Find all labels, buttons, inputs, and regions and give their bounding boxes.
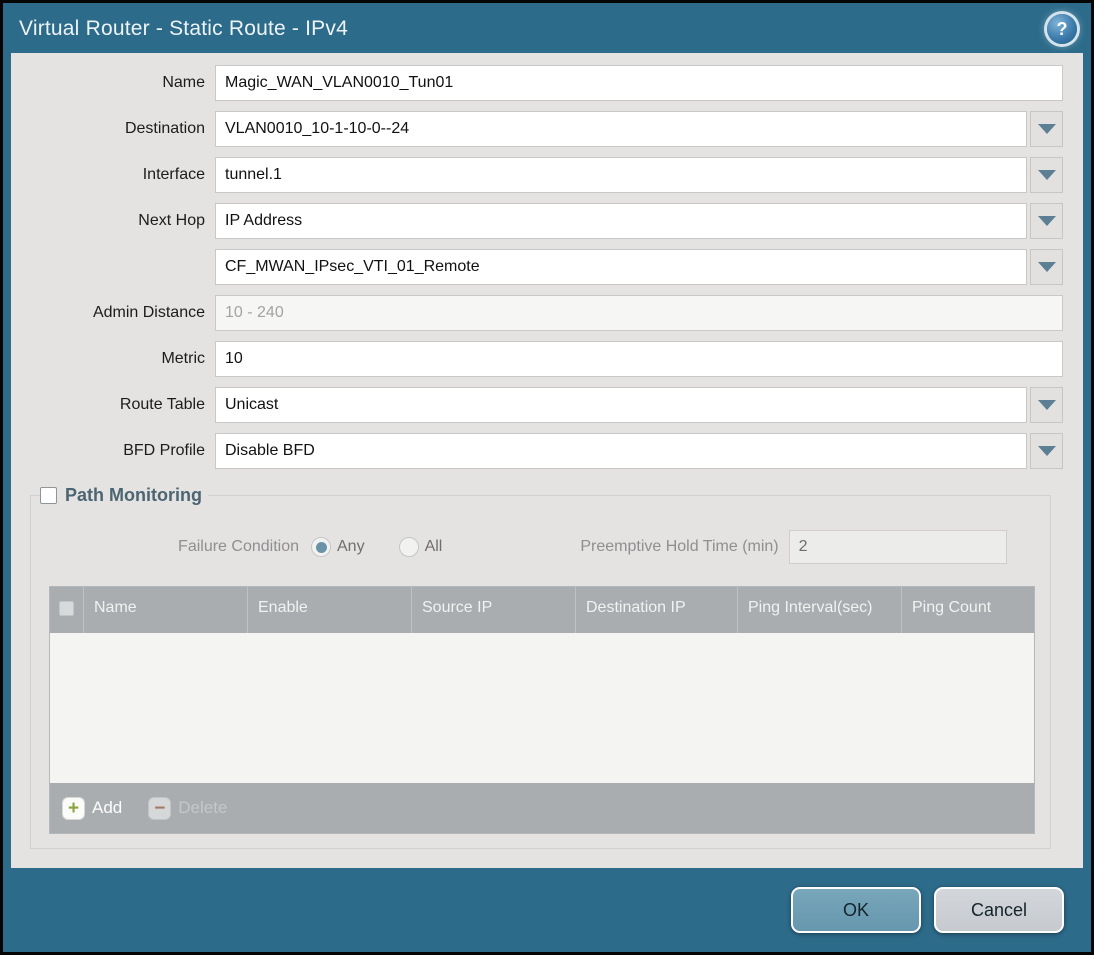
- form-row-next-hop-address: [11, 249, 1063, 285]
- preemptive-hold-time-input: [788, 530, 1007, 564]
- chevron-down-icon: [1037, 262, 1056, 272]
- name-input[interactable]: [215, 65, 1063, 101]
- route-table-dropdown-button[interactable]: [1030, 387, 1063, 423]
- chevron-down-icon: [1037, 446, 1056, 456]
- bfd-profile-dropdown-button[interactable]: [1030, 433, 1063, 469]
- form-row-route-table: Route Table: [11, 387, 1063, 423]
- radio-all-icon: [398, 537, 419, 557]
- radio-all-label: All: [424, 538, 443, 555]
- next-hop-address-dropdown-button[interactable]: [1030, 249, 1063, 285]
- column-header-destination-ip: Destination IP: [576, 587, 738, 633]
- bfd-profile-label: BFD Profile: [123, 442, 205, 459]
- column-header-enable: Enable: [248, 587, 412, 633]
- form-row-metric: Metric: [11, 341, 1063, 377]
- path-monitoring-legend: Path Monitoring: [40, 485, 208, 506]
- table-header: Name Enable Source IP Destination IP Pin…: [50, 587, 1034, 633]
- help-icon[interactable]: ?: [1047, 14, 1077, 44]
- title-bar: Virtual Router - Static Route - IPv4 ?: [3, 3, 1091, 53]
- failure-condition-all-option: All: [398, 537, 443, 557]
- radio-any-icon: [311, 537, 331, 557]
- table-toolbar: + Add − Delete: [50, 783, 1034, 833]
- chevron-down-icon: [1037, 400, 1056, 410]
- delete-button: − Delete: [148, 796, 228, 820]
- table-body-empty: [50, 633, 1034, 783]
- preemptive-hold-time-label: Preemptive Hold Time (min): [580, 538, 779, 555]
- destination-label: Destination: [124, 120, 205, 137]
- admin-distance-input[interactable]: [215, 295, 1063, 331]
- chevron-down-icon: [1037, 216, 1056, 226]
- select-all-checkbox: [59, 600, 74, 616]
- interface-input[interactable]: [215, 157, 1027, 193]
- metric-input[interactable]: [215, 341, 1063, 377]
- bfd-profile-input[interactable]: [215, 433, 1027, 469]
- failure-condition-label: Failure Condition: [178, 538, 299, 555]
- interface-dropdown-button[interactable]: [1030, 157, 1063, 193]
- interface-label: Interface: [142, 166, 205, 183]
- admin-distance-label: Admin Distance: [92, 304, 205, 321]
- form-row-destination: Destination: [11, 111, 1063, 147]
- failure-condition-any-option: Any: [311, 537, 365, 557]
- form-row-name: Name: [11, 65, 1063, 101]
- add-button-label: Add: [92, 798, 123, 817]
- next-hop-type-input[interactable]: [215, 203, 1027, 239]
- path-monitoring-checkbox[interactable]: [40, 487, 57, 504]
- next-hop-dropdown-button[interactable]: [1030, 203, 1063, 239]
- table-select-all-cell: [50, 587, 84, 633]
- metric-label: Metric: [161, 350, 205, 367]
- delete-icon: −: [148, 796, 172, 820]
- form-row-admin-distance: Admin Distance: [11, 295, 1063, 331]
- path-monitoring-title: Path Monitoring: [65, 485, 202, 505]
- ok-button[interactable]: OK: [791, 887, 921, 933]
- dialog-content: Name Destination Interface Next Hop: [11, 53, 1083, 868]
- dialog-window: Virtual Router - Static Route - IPv4 ? N…: [0, 0, 1094, 955]
- form-row-next-hop: Next Hop: [11, 203, 1063, 239]
- column-header-name: Name: [84, 587, 248, 633]
- dialog-title: Virtual Router - Static Route - IPv4: [19, 17, 348, 40]
- delete-button-label: Delete: [178, 798, 228, 817]
- column-header-ping-count: Ping Count: [912, 599, 992, 616]
- add-icon: +: [62, 796, 85, 820]
- chevron-down-icon: [1037, 170, 1056, 180]
- next-hop-label: Next Hop: [138, 212, 205, 229]
- form-row-interface: Interface: [11, 157, 1063, 193]
- path-monitoring-section: Path Monitoring Failure Condition Any Al…: [30, 485, 1051, 849]
- next-hop-address-input[interactable]: [215, 249, 1027, 285]
- path-monitoring-table: Name Enable Source IP Destination IP Pin…: [49, 586, 1035, 834]
- destination-input[interactable]: [215, 111, 1027, 147]
- column-header-ping-interval: Ping Interval(sec): [738, 587, 902, 633]
- dialog-footer: OK Cancel: [3, 868, 1091, 952]
- route-table-label: Route Table: [119, 396, 205, 413]
- chevron-down-icon: [1037, 124, 1056, 134]
- cancel-button[interactable]: Cancel: [934, 887, 1064, 933]
- failure-condition-row: Failure Condition Any All Preemptive Hol…: [39, 530, 1035, 564]
- destination-dropdown-button[interactable]: [1030, 111, 1063, 147]
- name-label: Name: [162, 74, 205, 91]
- form-row-bfd-profile: BFD Profile: [11, 433, 1063, 469]
- column-header-source-ip: Source IP: [412, 587, 576, 633]
- add-button[interactable]: + Add: [62, 796, 123, 820]
- radio-any-label: Any: [337, 538, 365, 555]
- route-table-input[interactable]: [215, 387, 1027, 423]
